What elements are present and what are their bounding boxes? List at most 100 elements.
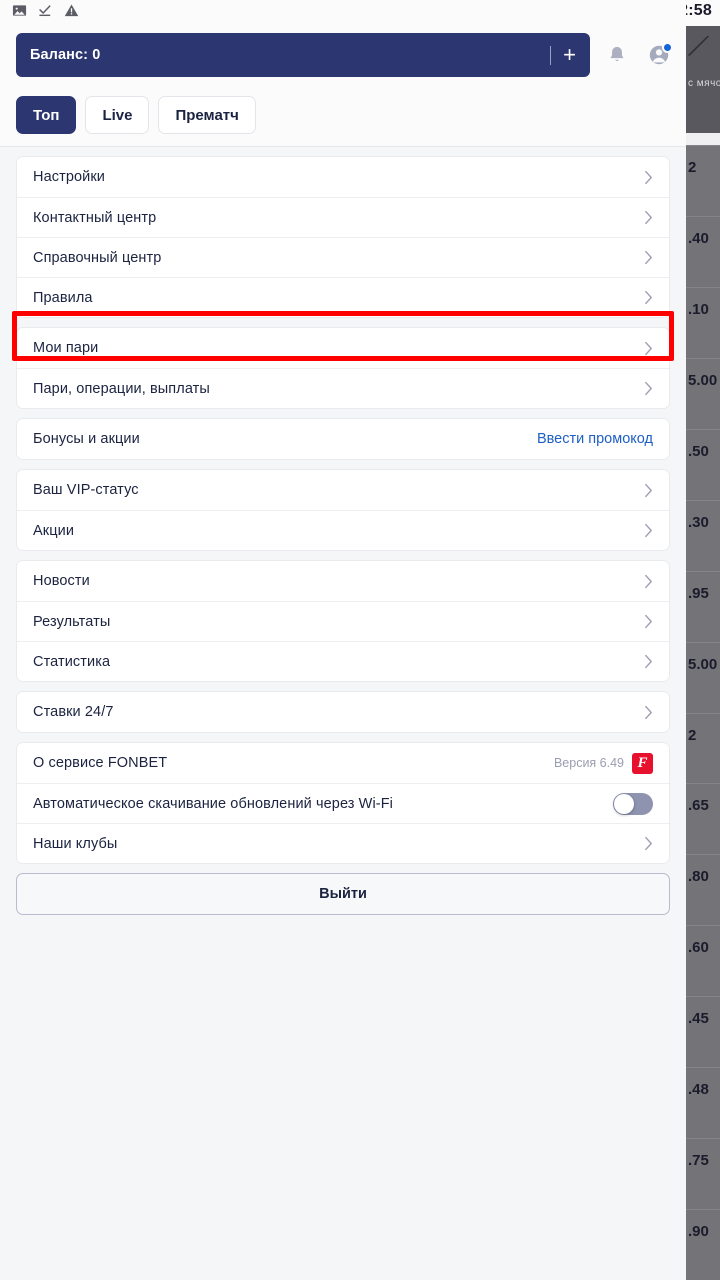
tabs-bar: Топ Live Прематч [0, 86, 686, 147]
menu-row-пари-операции-выплаты[interactable]: Пари, операции, выплаты [17, 368, 669, 408]
menu-row-label: Правила [33, 289, 93, 306]
background-row-divider [686, 1067, 720, 1069]
menu-group-bonuses: Бонусы и акции Ввести промокод [16, 418, 670, 460]
background-odd-value: 5.00 [688, 371, 718, 389]
chevron-right-icon [645, 250, 652, 265]
logout-button-label: Выйти [319, 886, 367, 902]
menu-group-about: О сервисе FONBET Версия 6.49 F Автоматическ… [16, 742, 670, 864]
background-row-divider [686, 1209, 720, 1211]
chevron-right-icon [645, 170, 652, 184]
check-underline-icon [38, 3, 53, 23]
balance-divider [550, 45, 552, 65]
chevron-right-icon [645, 836, 652, 851]
menu-row-статистика[interactable]: Статистика [17, 641, 669, 681]
chevron-right-icon [645, 290, 652, 305]
menu-row-label: Результаты [33, 613, 111, 630]
toggle-knob [614, 793, 634, 814]
balance-label: Баланс: 0 [30, 47, 101, 63]
menu-row-label: Мои пари [33, 340, 99, 356]
menu-row-результаты[interactable]: Результаты [17, 601, 669, 641]
menu-row-label: Новости [33, 573, 90, 589]
menu-row-автоматическое-скачивание-обновлений-через-wi-fi[interactable]: Автоматическое скачивание обновлений чер… [17, 783, 669, 823]
balance-bar[interactable]: Баланс: 0 + [16, 33, 590, 77]
fonbet-logo-icon: F [632, 752, 653, 774]
background-row-divider [686, 996, 720, 998]
background-odd-value: .40 [688, 229, 709, 247]
background-odd-value: .45 [688, 1010, 709, 1028]
wifi-autoupdate-toggle[interactable] [613, 792, 653, 815]
background-row-divider [686, 854, 720, 856]
menu-row-мои-пари[interactable]: Мои пари [17, 328, 669, 368]
background-row-divider [686, 925, 720, 927]
menu-row-акции[interactable]: Акции [17, 510, 669, 550]
tab-prematch[interactable]: Прематч [158, 96, 256, 134]
menu-row-label: О сервисе FONBET [33, 755, 168, 771]
deposit-button[interactable]: + [563, 44, 578, 66]
tab-top[interactable]: Топ [16, 96, 77, 134]
chevron-right-icon [645, 654, 652, 669]
menu-row-label: Контактный центр [33, 209, 157, 226]
background-odd-value: .48 [688, 1081, 709, 1099]
menu-row-новости[interactable]: Новости [17, 561, 669, 601]
tab-label: Live [102, 106, 133, 124]
menu-row-наши-клубы[interactable]: Наши клубы [17, 823, 669, 863]
background-odd-value: .75 [688, 1152, 709, 1170]
chevron-right-icon [645, 483, 652, 497]
menu-row-справочный-центр[interactable]: Справочный центр [17, 237, 669, 277]
app-version-label: Версия 6.49 [553, 756, 624, 770]
menu-row-бонусы-и-акции[interactable]: Бонусы и акции Ввести промокод [17, 419, 669, 459]
menu-row-label: Ставки 24/7 [33, 704, 114, 720]
profile-badge-dot [662, 42, 673, 53]
menu-list: Настройки Контактный центр Справочный цент… [0, 147, 686, 915]
background-row-divider [686, 712, 720, 714]
chevron-right-icon [645, 381, 652, 396]
menu-row-контактный-центр[interactable]: Контактный центр [17, 197, 669, 237]
chevron-right-icon [645, 341, 652, 355]
logout-button[interactable]: Выйти [16, 873, 670, 915]
chevron-right-icon [645, 210, 652, 225]
background-row-divider [686, 641, 720, 643]
background-row-divider [686, 215, 720, 217]
menu-row-label: Настройки [33, 169, 105, 185]
menu-row-ставки-24-7[interactable]: Ставки 24/7 [17, 692, 669, 732]
background-odd-value: .80 [688, 868, 709, 886]
background-row-divider [686, 570, 720, 572]
warning-triangle-icon [64, 3, 79, 23]
menu-row-label: Пари, операции, выплаты [33, 380, 210, 397]
app-screen: 12:58 ╱ с мячо 2.40.10 5.00.50.30.95 5.00 2… [0, 0, 720, 1280]
enter-promocode-link[interactable]: Ввести промокод [537, 431, 653, 447]
tab-live[interactable]: Live [85, 96, 150, 134]
menu-row-label: Бонусы и акции [33, 431, 140, 447]
menu-row-правила[interactable]: Правила [17, 277, 669, 317]
background-chip-label: с мячо [688, 78, 720, 89]
bell-icon[interactable] [600, 38, 634, 72]
background-odd-value: 5.00 [688, 655, 718, 673]
chevron-right-icon [645, 523, 652, 538]
menu-row-label: Автоматическое скачивание обновлений чер… [33, 795, 393, 812]
chevron-right-icon [645, 614, 652, 629]
status-bar [0, 0, 686, 26]
background-odd-value: .95 [688, 584, 709, 602]
image-icon [12, 3, 27, 23]
chevron-right-icon [645, 574, 652, 588]
background-row-divider [686, 286, 720, 288]
background-odd-value: .50 [688, 442, 709, 460]
background-row-divider [686, 357, 720, 359]
background-odd-value: .60 [688, 939, 709, 957]
tab-label: Топ [33, 106, 60, 124]
background-odd-value: 2 [688, 159, 697, 176]
menu-group-content: Новости Результаты Статистика [16, 560, 670, 682]
background-odd-value: 2 [688, 726, 697, 744]
menu-row-label: Ваш VIP-статус [33, 482, 139, 498]
menu-row-настройки[interactable]: Настройки [17, 157, 669, 197]
background-odd-value: .10 [688, 300, 709, 318]
menu-row-label: Наши клубы [33, 835, 118, 852]
menu-group-support: Настройки Контактный центр Справочный цент… [16, 156, 670, 318]
avatar[interactable] [642, 38, 676, 72]
background-gap [686, 133, 720, 145]
tab-label: Прематч [175, 106, 239, 124]
menu-row-label: Статистика [33, 653, 111, 670]
menu-row-ваш-vip-статус[interactable]: Ваш VIP-статус [17, 470, 669, 510]
menu-row-о-сервисе-fonbet[interactable]: О сервисе FONBET Версия 6.49 F [17, 743, 669, 783]
background-row-divider [686, 1138, 720, 1140]
